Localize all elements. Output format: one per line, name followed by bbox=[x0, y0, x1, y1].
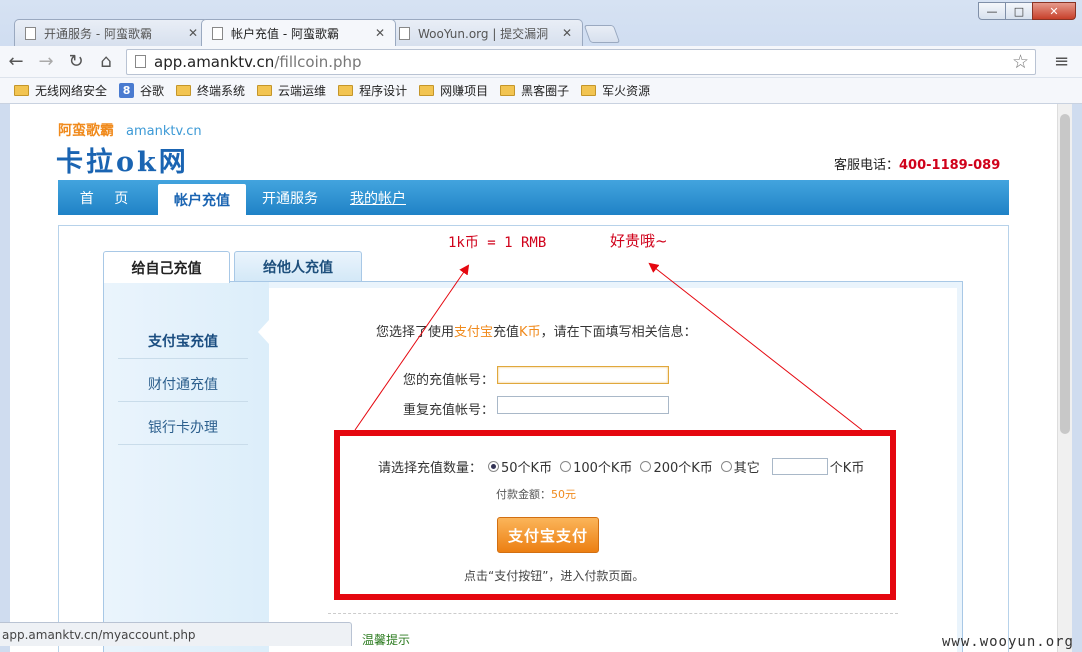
tab-account-recharge[interactable]: 帐户充值 - 阿蛮歌霸 ✕ bbox=[201, 19, 396, 46]
bookmark-label: 黑客圈子 bbox=[521, 84, 570, 98]
bookmark-label: 军火资源 bbox=[602, 84, 651, 98]
url-host: app.amanktv.cn bbox=[154, 52, 275, 71]
bookmark-item[interactable]: 终端系统 bbox=[176, 82, 245, 99]
close-tab-icon[interactable]: ✕ bbox=[375, 26, 385, 40]
watermark: www.wooyun.org bbox=[941, 634, 1074, 650]
browser-chrome: — □ ✕ 开通服务 - 阿蛮歌霸 ✕ 帐户充值 - 阿蛮歌霸 ✕ WooYun… bbox=[0, 0, 1082, 104]
folder-icon bbox=[419, 85, 435, 96]
bookmark-label: 云端运维 bbox=[278, 84, 327, 98]
folder-icon bbox=[338, 85, 354, 96]
bookmark-label: 网赚项目 bbox=[440, 84, 489, 98]
bookmark-item[interactable]: 无线网络安全 bbox=[14, 82, 107, 99]
bookmark-star-icon[interactable]: ☆ bbox=[1012, 51, 1029, 73]
folder-icon bbox=[257, 85, 273, 96]
new-tab-button[interactable] bbox=[583, 25, 621, 43]
minimize-button[interactable]: — bbox=[978, 2, 1006, 20]
tab-strip: 开通服务 - 阿蛮歌霸 ✕ 帐户充值 - 阿蛮歌霸 ✕ WooYun.org |… bbox=[14, 19, 621, 46]
menu-icon[interactable]: ≡ bbox=[1054, 51, 1069, 72]
bookmark-item[interactable]: 程序设计 bbox=[338, 82, 407, 99]
window-controls: — □ ✕ bbox=[978, 2, 1076, 20]
bookmark-label: 谷歌 bbox=[140, 84, 165, 98]
close-tab-icon[interactable]: ✕ bbox=[188, 26, 198, 40]
tab-wooyun[interactable]: WooYun.org | 提交漏洞 ✕ bbox=[388, 19, 583, 46]
forward-arrow-icon[interactable]: → bbox=[32, 48, 60, 76]
page-icon bbox=[135, 55, 146, 68]
tab-title: WooYun.org | 提交漏洞 bbox=[418, 26, 549, 41]
address-bar[interactable]: app.amanktv.cn/fillcoin.php ☆ bbox=[126, 48, 1036, 75]
restore-button[interactable]: □ bbox=[1005, 2, 1033, 20]
bookmark-item[interactable]: 黑客圈子 bbox=[500, 82, 569, 99]
bookmark-label: 程序设计 bbox=[359, 84, 408, 98]
bookmark-item[interactable]: 军火资源 bbox=[581, 82, 650, 99]
tab-open-service[interactable]: 开通服务 - 阿蛮歌霸 ✕ bbox=[14, 19, 209, 46]
bookmark-label: 无线网络安全 bbox=[35, 84, 108, 98]
bookmarks-bar: 无线网络安全 8 谷歌 终端系统 云端运维 程序设计 网赚项目 黑客圈子 军火资源 bbox=[0, 78, 1082, 104]
browser-toolbar: ← → ↻ ⌂ app.amanktv.cn/fillcoin.php ☆ ≡ bbox=[0, 46, 1082, 78]
bookmark-item[interactable]: 网赚项目 bbox=[419, 82, 488, 99]
scrollbar[interactable] bbox=[1057, 104, 1072, 652]
tab-recharge-self[interactable]: 给自己充值 bbox=[103, 251, 230, 283]
bookmark-item[interactable]: 8 谷歌 bbox=[119, 82, 164, 99]
page-icon bbox=[399, 26, 410, 40]
folder-icon bbox=[14, 85, 29, 96]
close-window-button[interactable]: ✕ bbox=[1032, 2, 1076, 20]
reload-icon[interactable]: ↻ bbox=[62, 48, 90, 76]
arrow-to-rate bbox=[354, 264, 470, 431]
page-icon bbox=[212, 26, 223, 40]
home-icon[interactable]: ⌂ bbox=[92, 48, 120, 76]
annotation-arrows bbox=[354, 262, 863, 431]
arrow-to-expensive bbox=[648, 262, 863, 431]
back-arrow-icon[interactable]: ← bbox=[2, 48, 30, 76]
folder-icon bbox=[581, 85, 597, 96]
tab-title: 帐户充值 - 阿蛮歌霸 bbox=[231, 26, 339, 41]
page-icon bbox=[25, 26, 36, 40]
page-viewport: 阿蛮歌霸 amanktv.cn 卡拉ok网 客服电话：400-1189-089 … bbox=[10, 104, 1072, 652]
bookmark-label: 终端系统 bbox=[197, 84, 246, 98]
google-icon: 8 bbox=[119, 83, 135, 98]
close-tab-icon[interactable]: ✕ bbox=[562, 26, 572, 40]
scroll-thumb[interactable] bbox=[1060, 114, 1070, 434]
url-text: app.amanktv.cn/fillcoin.php bbox=[154, 53, 362, 71]
bookmark-item[interactable]: 云端运维 bbox=[257, 82, 326, 99]
url-path: /fillcoin.php bbox=[274, 52, 362, 71]
folder-icon bbox=[176, 85, 192, 96]
tab-title: 开通服务 - 阿蛮歌霸 bbox=[44, 26, 152, 41]
folder-icon bbox=[500, 85, 516, 96]
status-url: app.amanktv.cn/myaccount.php bbox=[0, 622, 352, 646]
